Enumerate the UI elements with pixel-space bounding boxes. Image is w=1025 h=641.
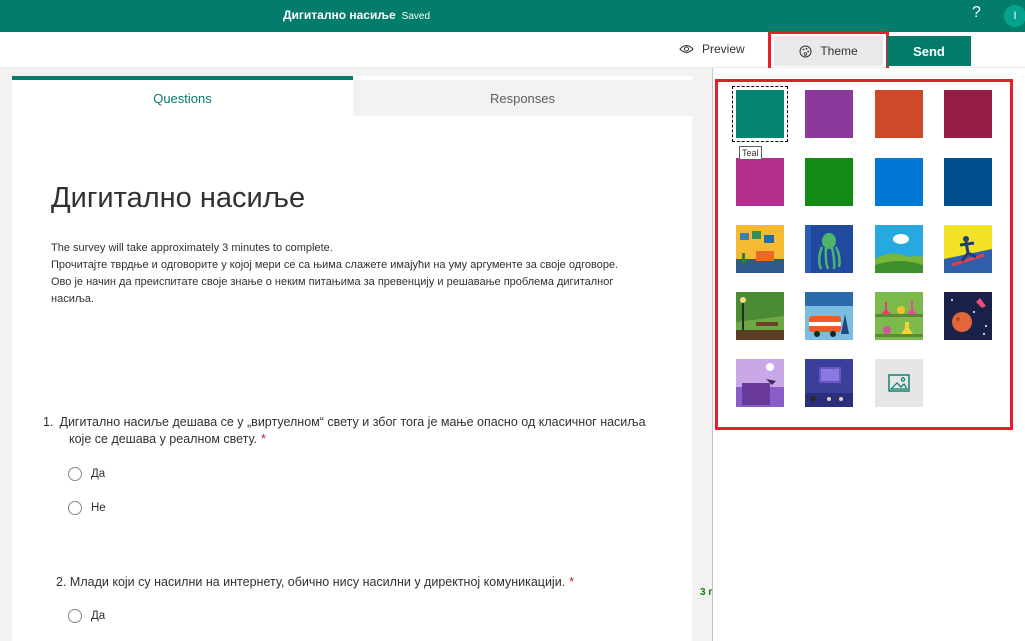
preview-label: Preview <box>702 42 745 56</box>
option-label: Да <box>91 610 106 622</box>
tab-questions[interactable]: Questions <box>12 76 353 116</box>
form-description[interactable]: The survey will take approximately 3 min… <box>51 240 641 308</box>
preview-button[interactable]: Preview <box>679 42 745 56</box>
question-text: Млади који су насилни на интернету, обич… <box>69 575 566 589</box>
description-line: Ово је начин да преиспитате своје знање … <box>51 276 614 288</box>
theme-panel-highlight <box>715 79 1013 430</box>
option-yes[interactable]: Да <box>68 609 105 623</box>
option-label: Не <box>91 502 106 514</box>
required-marker: * <box>569 575 575 589</box>
eye-icon <box>679 45 694 53</box>
radio-button[interactable] <box>68 501 82 515</box>
avatar[interactable]: I <box>1004 5 1025 27</box>
help-button[interactable]: ? <box>972 4 981 22</box>
description-line: Прочитајте тврдње и одговорите у којој м… <box>51 259 619 271</box>
description-line: The survey will take approximately 3 min… <box>51 242 333 254</box>
required-marker: * <box>261 432 266 446</box>
tab-responses[interactable]: Responses <box>353 80 692 116</box>
theme-button-highlight <box>768 31 889 71</box>
radio-button[interactable] <box>68 467 82 481</box>
question-2[interactable]: 2. Млади који су насилни на интернету, о… <box>56 574 666 591</box>
send-button[interactable]: Send <box>887 36 971 66</box>
radio-button[interactable] <box>68 609 82 623</box>
form-title-header: Дигитално насиље Saved <box>283 8 431 22</box>
question-number: 2. <box>56 575 67 589</box>
save-status: Saved <box>401 11 431 22</box>
question-1[interactable]: 1. Дигитално насиље дешава се у „виртуел… <box>43 414 666 448</box>
option-label: Да <box>91 468 106 480</box>
page-title[interactable]: Дигитално насиље <box>51 182 305 215</box>
question-text: Дигитално насиље дешава се у „виртуелном… <box>59 415 646 446</box>
description-line: насиља. <box>51 293 94 305</box>
option-yes[interactable]: Да <box>68 467 105 481</box>
side-link[interactable]: 3 г <box>700 587 713 598</box>
top-bar: Дигитално насиље Saved ? I <box>0 0 1025 32</box>
form-card <box>12 76 692 641</box>
option-no[interactable]: Не <box>68 501 106 515</box>
